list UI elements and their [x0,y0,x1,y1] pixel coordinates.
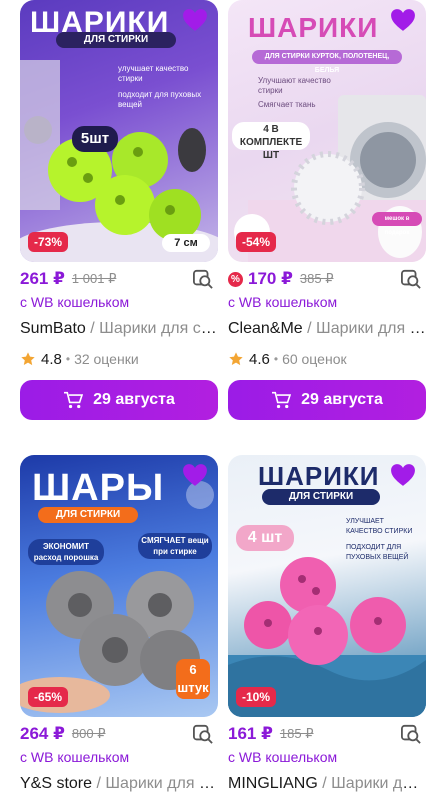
rating: 4.6 • 60 оценок [228,348,426,370]
image-headline: ШАРИКИ [248,12,379,43]
add-to-cart-button[interactable]: 29 августа [228,380,426,420]
delivery-date: 29 августа [301,391,383,408]
product-title[interactable]: SumBato / Шарики для стирки [20,320,218,342]
find-similar-icon[interactable] [192,269,214,289]
discount-badge: -73% [28,232,69,252]
product-title[interactable]: Clean&Me / Шарики для стирки [228,320,426,342]
rating-value: 4.8 [41,350,62,368]
price-row: 261 ₽ 1 001 ₽ [20,266,218,292]
image-subhead: ДЛЯ СТИРКИ КУРТОК, ПОЛОТЕНЕЦ, БЕЛЬЯ [252,50,402,74]
brand: MINGLIANG [228,775,318,792]
favorite-heart-icon[interactable] [390,463,416,487]
size-badge: 7 см [162,234,210,252]
product-title[interactable]: Y&S store / Шарики для стирки [20,775,218,797]
product-card[interactable]: ШАРИКИ ДЛЯ СТИРКИ УЛУЧШАЕТ КАЧЕСТВО СТИР… [228,455,426,797]
discount-badge: -10% [236,687,277,707]
image-headline: ШАРЫ [32,467,165,509]
discount-badge: -54% [236,232,277,252]
add-to-cart-button[interactable]: 29 августа [20,380,218,420]
favorite-heart-icon[interactable] [182,8,208,32]
price-row: % 170 ₽ 385 ₽ [228,266,426,292]
product-name: Шарики для стирки [316,320,426,337]
review-count: 32 оценки [74,351,139,367]
review-count: 60 оценок [282,351,347,367]
old-price: 1 001 ₽ [71,271,117,286]
price: 161 ₽ [228,724,273,743]
image-feature: СМЯГЧАЕТ вещи при стирке [138,533,212,559]
product-title[interactable]: MINGLIANG / Шарики для стирки [228,775,426,797]
wallet-price-label: с WB кошельком [20,294,130,310]
old-price: 800 ₽ [71,726,106,741]
wallet-price-label: с WB кошельком [20,749,130,765]
find-similar-icon[interactable] [400,724,422,744]
product-card[interactable]: ШАРЫ ДЛЯ СТИРКИ ЭКОНОМИТ расход порошка … [20,455,218,797]
cart-icon [272,391,292,409]
image-feature: подходит для пуховых вещей [118,90,202,109]
brand: Clean&Me [228,320,303,337]
count-badge: 5шт [72,126,118,152]
count-badge: 6 штук [176,659,210,699]
price: 261 ₽ [20,269,65,288]
image-feature: улучшает качество стирки [118,64,189,83]
product-card[interactable]: ШАРИКИ ДЛЯ СТИРКИ КУРТОК, ПОЛОТЕНЕЦ, БЕЛ… [228,0,426,420]
product-image[interactable]: ШАРИКИ ДЛЯ СТИРКИ УЛУЧШАЕТ КАЧЕСТВО СТИР… [228,455,426,717]
favorite-heart-icon[interactable] [390,8,416,32]
discount-badge: -65% [28,687,69,707]
image-subhead: ДЛЯ СТИРКИ [56,32,176,48]
image-feature: ПОДХОДИТ ДЛЯ ПУХОВЫХ ВЕЩЕЙ [346,544,409,561]
product-name: Шарики для стирки [99,320,218,337]
old-price: 185 ₽ [279,726,314,741]
product-card[interactable]: ШАРИКИ ДЛЯ СТИРКИ улучшает качество стир… [20,0,218,420]
find-similar-icon[interactable] [192,724,214,744]
product-name: Шарики для стирки [105,775,218,792]
wallet-price-label: с WB кошельком [228,294,338,310]
cart-icon [64,391,84,409]
product-image[interactable]: ШАРЫ ДЛЯ СТИРКИ ЭКОНОМИТ расход порошка … [20,455,218,717]
find-similar-icon[interactable] [400,269,422,289]
price: 170 ₽ [248,269,293,288]
image-feature: Смягчает ткань [258,100,316,109]
promo-icon: % [228,271,243,287]
delivery-date: 29 августа [93,391,175,408]
product-image[interactable]: ШАРИКИ ДЛЯ СТИРКИ улучшает качество стир… [20,0,218,262]
rating: 4.8 • 32 оценки [20,348,218,370]
price: 264 ₽ [20,724,65,743]
brand: Y&S store [20,775,93,792]
count-badge: 4 В КОМПЛЕКТЕ ШТ [232,122,310,161]
count-badge: 4 шт [236,525,294,551]
brand: SumBato [20,320,86,337]
old-price: 385 ₽ [299,271,334,286]
rating-value: 4.6 [249,350,270,368]
favorite-heart-icon[interactable] [182,463,208,487]
wallet-price-label: с WB кошельком [228,749,338,765]
product-image[interactable]: ШАРИКИ ДЛЯ СТИРКИ КУРТОК, ПОЛОТЕНЕЦ, БЕЛ… [228,0,426,262]
star-icon [229,352,243,366]
image-feature: Улучшают качество стирки [258,76,331,95]
product-grid: ШАРИКИ ДЛЯ СТИРКИ улучшает качество стир… [0,0,446,800]
star-icon [21,352,35,366]
image-headline: ШАРИКИ [258,461,380,491]
price-row: 264 ₽ 800 ₽ [20,721,218,747]
product-name: Шарики для стирки [331,775,426,792]
image-feature: ЭКОНОМИТ расход порошка [28,539,104,565]
price-row: 161 ₽ 185 ₽ [228,721,426,747]
gift-badge: мешок в подарок [372,212,422,236]
image-subhead: ДЛЯ СТИРКИ [262,489,380,505]
image-subhead: ДЛЯ СТИРКИ [38,507,138,523]
image-feature: УЛУЧШАЕТ КАЧЕСТВО СТИРКИ [346,518,413,535]
